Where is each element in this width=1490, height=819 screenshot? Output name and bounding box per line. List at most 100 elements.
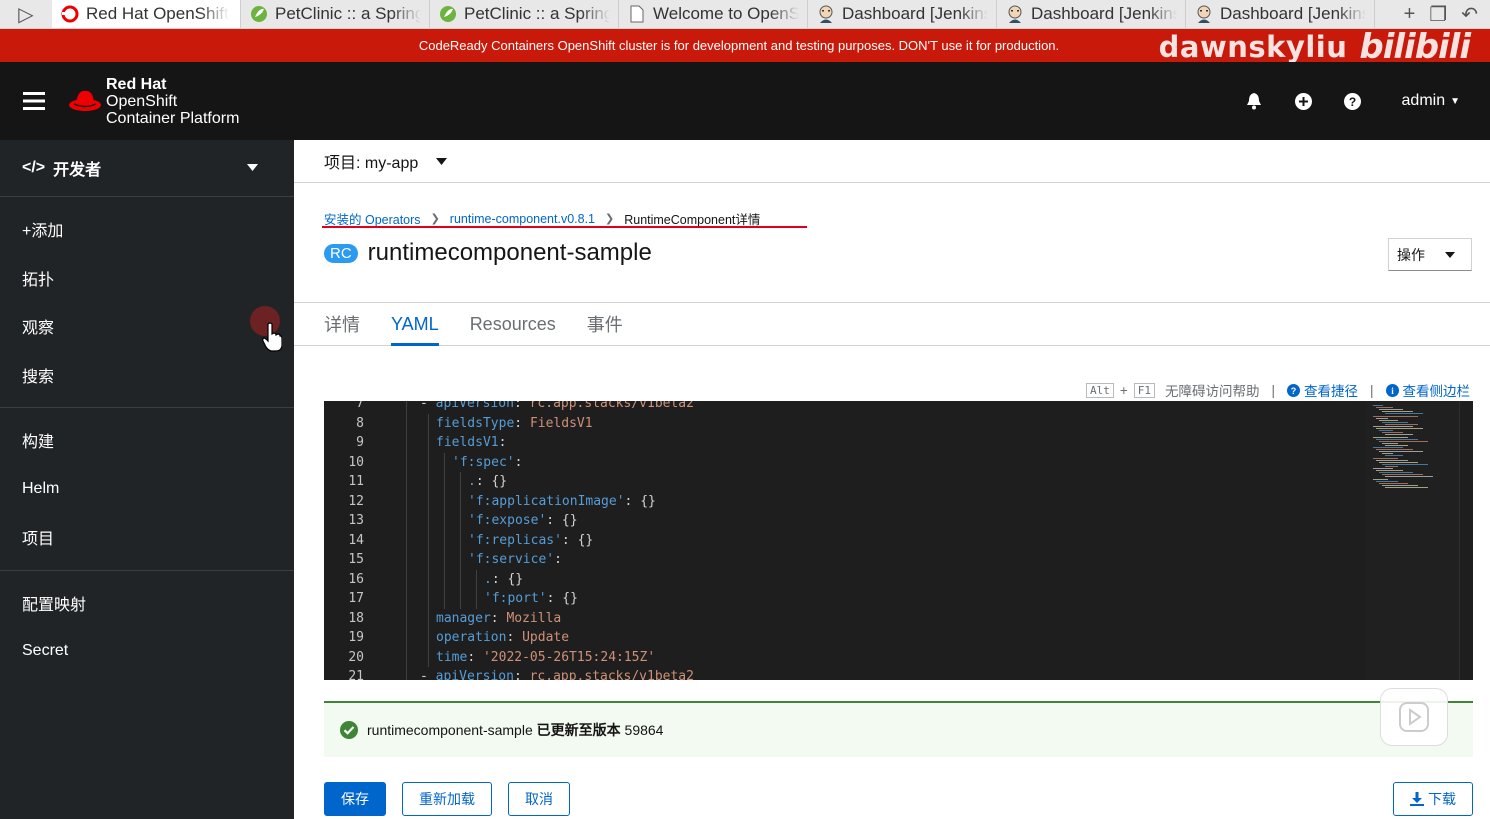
indent-guide [428,550,429,570]
minimap-line [1376,480,1398,482]
question-circle-icon: ? [1286,383,1300,397]
sidebar: </> 开发者 +添加 拓扑 观察 搜索构建 Helm 项目配置映射 Secret [0,140,294,819]
minimap-line [1379,409,1403,411]
reload-button[interactable]: 重新加载 [402,782,492,816]
minimap-line [1385,444,1408,446]
line-number: 19 [348,630,364,645]
resource-tab[interactable]: 事件 [587,303,623,345]
browser-tab[interactable]: PetClinic :: a Spring [241,0,430,28]
download-label: 下载 [1428,791,1456,807]
resource-tab[interactable]: Resources [470,303,556,345]
sidebar-toggle-icon[interactable]: ▷ [0,0,52,28]
minimap-line [1376,470,1403,472]
minimap-line [1376,449,1413,451]
minimap-line [1379,451,1423,453]
editor-scrollbar[interactable] [1459,401,1473,680]
minimap-line [1382,463,1428,465]
sidebar-nav-item[interactable]: 拓扑 [0,254,294,303]
perspective-switcher[interactable]: </> 开发者 [0,140,294,197]
code-token: Mozilla [506,610,562,626]
new-tab-icon[interactable]: + [1404,3,1416,26]
cancel-button[interactable]: 取消 [508,782,570,816]
browser-tab[interactable]: Welcome to OpenShift [619,0,808,28]
sidebar-nav-item[interactable]: +添加 [0,205,294,254]
code-line: .: {} [484,570,523,590]
resource-tab[interactable]: 详情 [324,303,360,345]
minimap-line [1382,442,1398,444]
sidebar-nav-item[interactable]: 观察 [0,302,294,351]
browser-tab[interactable]: Dashboard [Jenkins] [997,0,1186,28]
browser-tab[interactable]: PetClinic :: a Spring [430,0,619,28]
view-shortcuts-link[interactable]: ? 查看捷径 [1286,380,1358,400]
browser-tab[interactable]: Red Hat OpenShift [52,0,241,28]
line-number: 16 [348,571,364,587]
minimap-line [1373,426,1413,427]
project-selector[interactable]: 项目: my-app [294,140,1490,183]
kbd-plus: + [1119,382,1128,398]
sidebar-nav-item[interactable]: 项目 [0,513,294,562]
minimap-line [1385,455,1403,457]
minimap-line [1382,453,1393,455]
code-token: : {} [561,532,594,548]
line-number: 11 [348,474,364,489]
sidebar-nav-item[interactable]: 搜索 [0,351,294,400]
brand-container-platform: Container Platform [106,109,240,127]
actions-dropdown[interactable]: 操作 [1388,238,1472,271]
code-token: apiVersion [435,669,514,680]
caret-down-icon [247,164,258,171]
tab-overview-icon[interactable]: ❐ [1429,2,1447,27]
browser-tab[interactable]: Dashboard [Jenkins] [1186,0,1375,28]
code-line: .: {} [468,472,507,492]
code-line: 'f:spec': [452,453,522,473]
openshift-logo[interactable]: Red Hat OpenShift Container Platform [68,76,239,127]
indent-guide [460,550,461,570]
code-line: 'f:service': [468,550,562,570]
page-title-row: RC runtimecomponent-sample [324,239,652,267]
breadcrumb-operator[interactable]: runtime-component.v0.8.1 [450,212,595,226]
openshift-icon [60,4,80,24]
hamburger-menu-icon[interactable] [0,62,68,140]
indent-guide [460,511,461,531]
annotation-underline [322,226,807,228]
user-menu[interactable]: admin ▼ [1402,92,1460,110]
code-token: rc.app.stacks/v1beta2 [529,401,694,411]
sidebar-nav-item[interactable]: Helm [0,465,294,514]
bell-icon[interactable] [1230,62,1279,140]
line-number: 8 [356,415,364,431]
help-icon[interactable]: ? [1328,62,1377,140]
code-icon: </> [22,159,46,176]
code-token: 'f:expose' [468,513,547,528]
save-button[interactable]: 保存 [324,782,386,816]
minimap-line [1382,484,1418,486]
actions-label: 操作 [1397,246,1425,263]
code-token: FieldsV1 [529,415,593,431]
code-line: - apiVersion: rc.app.stacks/v1beta2 [420,667,694,680]
minimap-line [1385,476,1433,478]
code-token: . [468,474,476,489]
undo-close-tab-icon[interactable]: ↶ [1461,2,1478,27]
editor-minimap[interactable] [1367,401,1459,680]
line-number: 21 [348,669,364,680]
sidebar-nav-item[interactable]: 配置映射 [0,579,294,628]
indent-guide [460,569,461,589]
download-button[interactable]: 下载 [1393,782,1473,816]
yaml-editor[interactable]: 7 8 9 10 11 12 13 14 15 16 17 18 19 20 21 - apiVersion… [324,401,1473,680]
code-area[interactable]: - apiVersion: rc.app.stacks/v1beta2 field… [374,401,1367,680]
sidebar-nav-item[interactable]: 构建 [0,416,294,465]
view-sidebar-link[interactable]: i 查看侧边栏 [1385,380,1470,400]
resource-tab[interactable]: YAML [391,303,439,346]
minimap-line [1382,421,1408,423]
indent-guide [428,647,429,667]
indent-guide [428,530,429,550]
plus-circle-icon[interactable] [1279,62,1328,140]
indent-guide [460,472,461,492]
chevron-right-icon: ❯ [430,213,440,225]
browser-tab[interactable]: Dashboard [Jenkins] [808,0,997,28]
video-play-overlay[interactable] [1380,688,1448,746]
minimap-line [1385,465,1398,467]
svg-text:?: ? [1291,386,1297,396]
minimap-line [1379,461,1418,463]
line-number: 10 [348,454,364,470]
sidebar-nav-item[interactable]: Secret [0,627,294,676]
code-token: . [484,571,492,587]
